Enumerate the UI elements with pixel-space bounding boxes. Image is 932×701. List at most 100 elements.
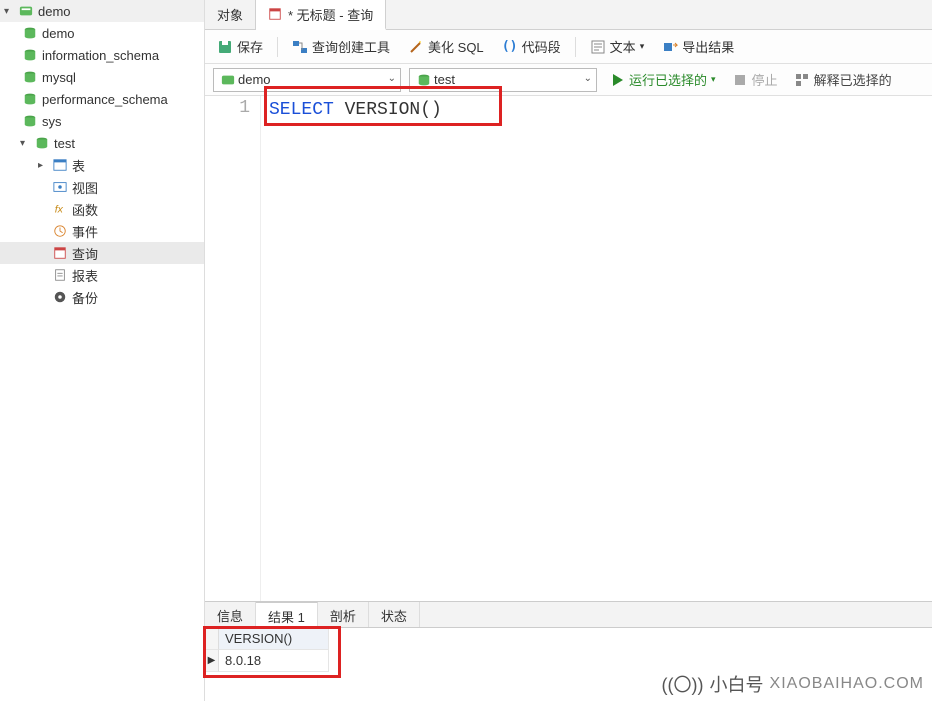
connection-node[interactable]: ▾ demo bbox=[0, 0, 204, 22]
query-icon bbox=[268, 7, 282, 21]
views-node[interactable]: 视图 bbox=[0, 176, 204, 198]
result-tab-status[interactable]: 状态 bbox=[369, 602, 420, 627]
chevron-down-icon: ⌄ bbox=[388, 73, 396, 84]
explain-button[interactable]: 解释已选择的 bbox=[790, 68, 896, 91]
button-label: 查询创建工具 bbox=[312, 37, 390, 56]
code-area[interactable]: SELECT VERSION() bbox=[261, 96, 932, 601]
svg-text:fx: fx bbox=[55, 204, 64, 216]
node-label: 表 bbox=[72, 156, 85, 175]
dropdown-icon: ▾ bbox=[711, 74, 716, 85]
db-label: information_schema bbox=[42, 48, 159, 63]
stop-icon bbox=[732, 72, 748, 88]
db-node-test[interactable]: ▾ test bbox=[0, 132, 204, 154]
editor-tabs: 对象 * 无标题 - 查询 bbox=[205, 0, 932, 30]
explain-icon bbox=[794, 72, 810, 88]
snippet-button[interactable]: () 代码段 bbox=[498, 35, 565, 58]
run-button[interactable]: 运行已选择的 ▾ bbox=[605, 68, 720, 91]
grid-row[interactable]: ▶ 8.0.18 bbox=[205, 650, 932, 672]
button-label: 停止 bbox=[752, 70, 778, 89]
cell-value[interactable]: 8.0.18 bbox=[219, 650, 329, 672]
save-icon bbox=[217, 39, 233, 55]
play-icon bbox=[609, 72, 625, 88]
save-button[interactable]: 保存 bbox=[213, 35, 267, 58]
events-node[interactable]: 事件 bbox=[0, 220, 204, 242]
functions-node[interactable]: fx 函数 bbox=[0, 198, 204, 220]
node-label: 函数 bbox=[72, 200, 98, 219]
button-label: 美化 SQL bbox=[428, 37, 484, 56]
backup-icon bbox=[50, 290, 70, 304]
run-toolbar: demo ⌄ test ⌄ 运行已选择的 ▾ 停止 解释已选择的 bbox=[205, 64, 932, 96]
button-label: 导出结果 bbox=[682, 37, 734, 56]
stop-button[interactable]: 停止 bbox=[728, 68, 782, 91]
node-label: 事件 bbox=[72, 222, 98, 241]
button-label: 保存 bbox=[237, 37, 263, 56]
db-label: demo bbox=[42, 26, 75, 41]
export-button[interactable]: 导出结果 bbox=[658, 35, 738, 58]
beautify-button[interactable]: 美化 SQL bbox=[404, 35, 488, 58]
snippet-icon: () bbox=[502, 39, 518, 55]
result-tabs: 信息 结果 1 剖析 状态 bbox=[205, 602, 932, 628]
database-icon bbox=[20, 92, 40, 106]
table-icon bbox=[50, 158, 70, 172]
database-icon bbox=[20, 48, 40, 62]
sql-editor[interactable]: 1 SELECT VERSION() bbox=[205, 96, 932, 601]
clock-icon bbox=[50, 224, 70, 238]
text-button[interactable]: 文本 ▾ bbox=[586, 35, 649, 58]
button-label: 代码段 bbox=[522, 37, 561, 56]
combo-value: demo bbox=[238, 72, 271, 87]
dropdown-icon: ▾ bbox=[640, 41, 645, 52]
tables-node[interactable]: ▸ 表 bbox=[0, 154, 204, 176]
result-tab-result1[interactable]: 结果 1 bbox=[256, 602, 318, 628]
db-node-performance-schema[interactable]: performance_schema bbox=[0, 88, 204, 110]
database-icon bbox=[32, 136, 52, 150]
tab-label: * 无标题 - 查询 bbox=[288, 5, 373, 24]
separator bbox=[575, 37, 576, 57]
node-label: 视图 bbox=[72, 178, 98, 197]
db-label: test bbox=[54, 136, 75, 151]
line-number: 1 bbox=[205, 98, 250, 118]
database-selector[interactable]: demo ⌄ bbox=[213, 68, 401, 92]
main-panel: 对象 * 无标题 - 查询 保存 查询创建工具 美化 SQL bbox=[205, 0, 932, 701]
result-grid[interactable]: VERSION() ▶ 8.0.18 bbox=[205, 628, 932, 701]
combo-value: test bbox=[434, 72, 455, 87]
database-icon bbox=[20, 114, 40, 128]
db-node-demo[interactable]: demo bbox=[0, 22, 204, 44]
button-label: 运行已选择的 bbox=[629, 70, 707, 89]
result-tab-info[interactable]: 信息 bbox=[205, 602, 256, 627]
sidebar: ▾ demo demo information_schema mysql per… bbox=[0, 0, 205, 701]
node-label: 查询 bbox=[72, 244, 98, 263]
separator bbox=[277, 37, 278, 57]
chevron-down-icon[interactable]: ▾ bbox=[4, 6, 16, 17]
view-icon bbox=[50, 180, 70, 194]
current-row-indicator: ▶ bbox=[205, 650, 219, 672]
database-icon bbox=[20, 70, 40, 84]
button-label: 解释已选择的 bbox=[814, 70, 892, 89]
database-icon bbox=[414, 73, 434, 87]
result-tab-profile[interactable]: 剖析 bbox=[318, 602, 369, 627]
schema-selector[interactable]: test ⌄ bbox=[409, 68, 597, 92]
tab-query[interactable]: * 无标题 - 查询 bbox=[256, 0, 386, 30]
connection-label: demo bbox=[38, 4, 71, 19]
button-label: 文本 bbox=[610, 37, 636, 56]
backups-node[interactable]: 备份 bbox=[0, 286, 204, 308]
node-label: 备份 bbox=[72, 288, 98, 307]
db-node-sys[interactable]: sys bbox=[0, 110, 204, 132]
db-node-information-schema[interactable]: information_schema bbox=[0, 44, 204, 66]
query-toolbar: 保存 查询创建工具 美化 SQL () 代码段 文本 ▾ bbox=[205, 30, 932, 64]
sql-keyword: SELECT bbox=[269, 100, 334, 120]
db-node-mysql[interactable]: mysql bbox=[0, 66, 204, 88]
queries-node[interactable]: 查询 bbox=[0, 242, 204, 264]
function-icon: fx bbox=[50, 202, 70, 216]
chevron-down-icon[interactable]: ▾ bbox=[20, 138, 32, 149]
db-label: mysql bbox=[42, 70, 76, 85]
result-panel: 信息 结果 1 剖析 状态 VERSION() ▶ 8.0.18 bbox=[205, 601, 932, 701]
database-icon bbox=[20, 26, 40, 40]
tab-objects[interactable]: 对象 bbox=[205, 0, 256, 29]
column-header[interactable]: VERSION() bbox=[219, 628, 329, 650]
db-label: sys bbox=[42, 114, 62, 129]
query-builder-button[interactable]: 查询创建工具 bbox=[288, 35, 394, 58]
reports-node[interactable]: 报表 bbox=[0, 264, 204, 286]
tab-label: 对象 bbox=[217, 5, 243, 24]
line-gutter: 1 bbox=[205, 96, 261, 601]
chevron-right-icon[interactable]: ▸ bbox=[38, 160, 50, 171]
